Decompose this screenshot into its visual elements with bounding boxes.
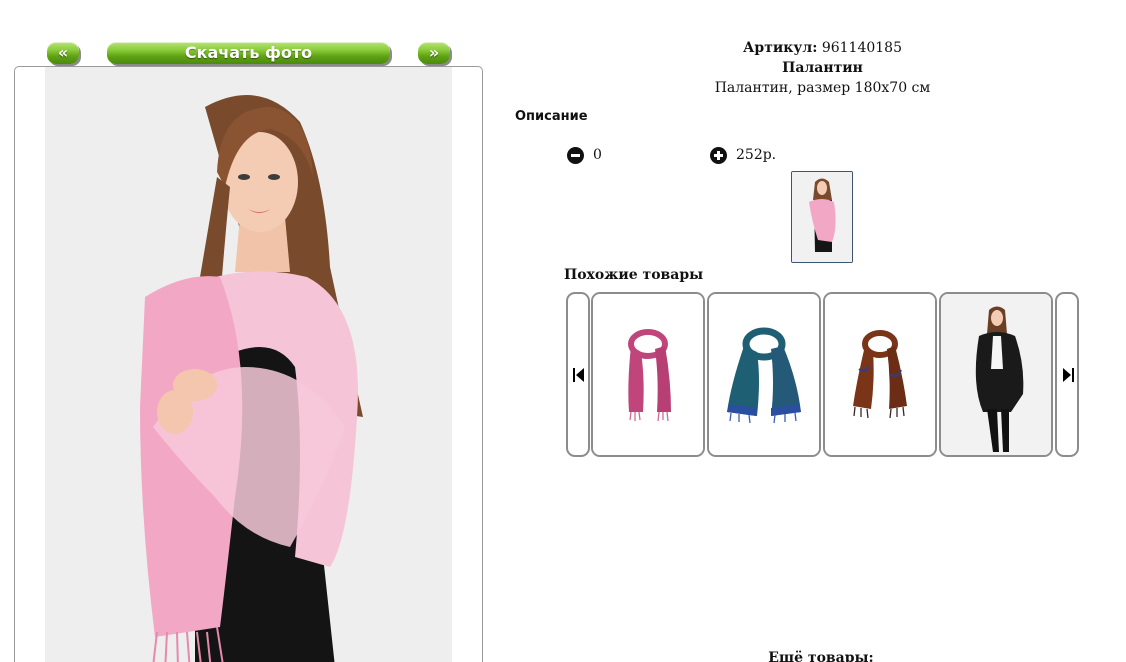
more-products-heading: Ещё товары: <box>768 650 874 662</box>
article-line: Артикул: 961140185 <box>520 38 1125 58</box>
product-page: « Скачать фото » Артикул: 961140185 Пала… <box>0 0 1126 662</box>
next-photo-button[interactable]: » <box>418 42 450 64</box>
minus-circle-icon[interactable] <box>567 146 584 164</box>
brown-scarf-image <box>825 294 935 455</box>
thumbnail-model-image <box>792 172 852 262</box>
product-subtitle: Палантин, размер 180х70 см <box>714 80 931 96</box>
similar-products-heading: Похожие товары <box>564 267 704 283</box>
model-black-wrap-image <box>941 294 1051 455</box>
skip-back-icon <box>573 368 584 382</box>
similar-item-brown-scarf[interactable] <box>823 292 937 457</box>
price-value: 252р. <box>736 147 777 163</box>
skip-forward-icon <box>1063 368 1074 382</box>
price-control: 252р. <box>710 145 776 165</box>
prev-photo-button[interactable]: « <box>47 42 79 64</box>
similar-item-black-wrap[interactable] <box>939 292 1053 457</box>
similar-item-teal-scarf[interactable] <box>707 292 821 457</box>
plus-circle-icon[interactable] <box>710 146 727 164</box>
quantity-control: 0 <box>567 145 602 165</box>
similar-item-pink-scarf[interactable] <box>591 292 705 457</box>
carousel-next-button[interactable] <box>1055 292 1079 457</box>
quantity-value: 0 <box>593 147 602 163</box>
main-product-photo[interactable] <box>45 67 452 662</box>
main-photo-frame <box>14 66 483 662</box>
pink-scarf-image <box>593 294 703 455</box>
article-label: Артикул: <box>743 40 818 56</box>
carousel-prev-button[interactable] <box>566 292 590 457</box>
teal-scarf-image <box>709 294 819 455</box>
description-heading[interactable]: Описание <box>515 109 588 124</box>
product-name: Палантин <box>782 60 863 76</box>
photo-thumbnail[interactable] <box>791 171 853 263</box>
article-value: 961140185 <box>821 40 902 56</box>
product-info: Артикул: 961140185 Палантин Палантин, ра… <box>520 38 1125 98</box>
download-photo-button[interactable]: Скачать фото <box>107 42 390 64</box>
